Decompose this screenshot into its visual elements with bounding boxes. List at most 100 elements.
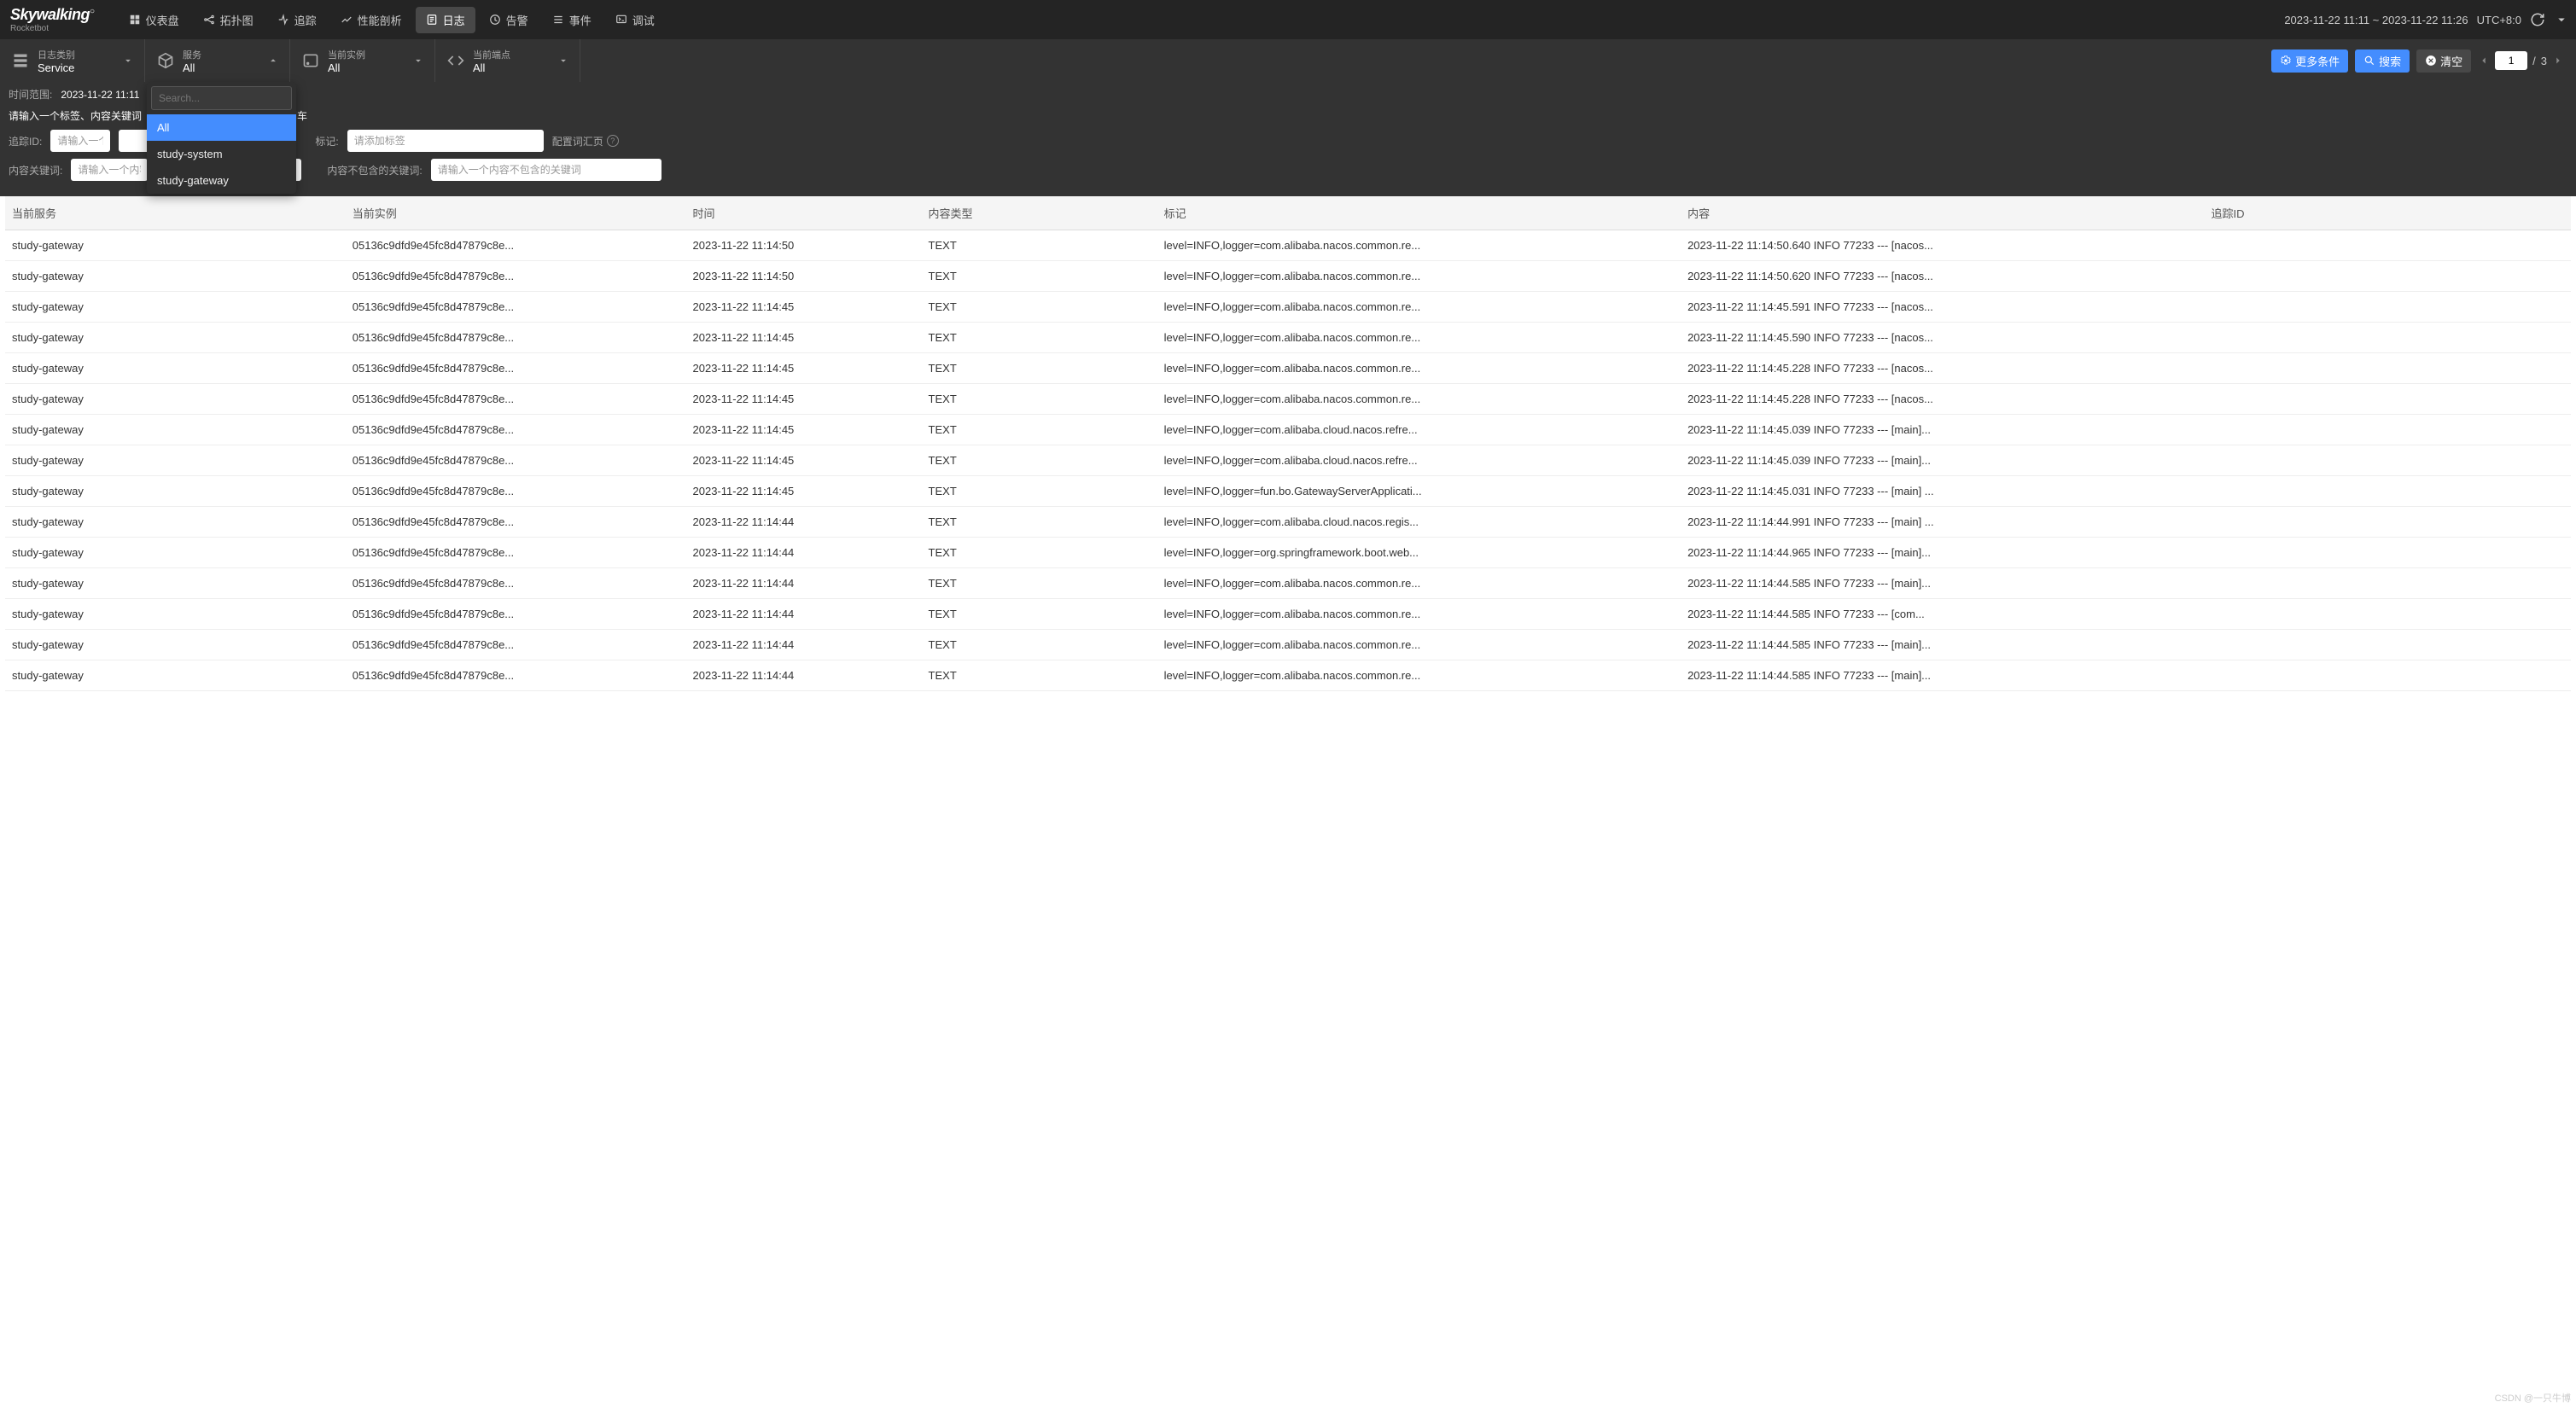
table-header: 当前服务 <box>5 196 346 230</box>
table-cell: 2023-11-22 11:14:50 <box>686 261 922 292</box>
clear-button[interactable]: 清空 <box>2416 49 2471 73</box>
table-cell: TEXT <box>922 630 1157 660</box>
nav-item-4[interactable]: 日志 <box>416 7 475 33</box>
table-row[interactable]: study-gateway05136c9dfd9e45fc8d47879c8e.… <box>5 353 2571 384</box>
table-cell: level=INFO,logger=com.alibaba.nacos.comm… <box>1157 599 1681 630</box>
table-row[interactable]: study-gateway05136c9dfd9e45fc8d47879c8e.… <box>5 599 2571 630</box>
time-range-value: 2023-11-22 11:11 <box>61 89 139 101</box>
trace-id-input[interactable] <box>50 130 110 152</box>
tag-config-link[interactable]: 配置词汇页 ? <box>552 134 619 148</box>
table-header: 内容 <box>1681 196 2204 230</box>
filter-service[interactable]: 服务 All <box>145 39 290 82</box>
table-row[interactable]: study-gateway05136c9dfd9e45fc8d47879c8e.… <box>5 323 2571 353</box>
table-cell: level=INFO,logger=com.alibaba.nacos.comm… <box>1157 323 1681 353</box>
filter-instance[interactable]: 当前实例 All <box>290 39 435 82</box>
nav-item-2[interactable]: 追踪 <box>267 7 327 33</box>
table-cell: 2023-11-22 11:14:44 <box>686 599 922 630</box>
filter-actions: 更多条件 搜索 清空 / 3 <box>2271 39 2576 82</box>
page-total: 3 <box>2541 55 2547 67</box>
table-cell: 05136c9dfd9e45fc8d47879c8e... <box>346 476 686 507</box>
table-header: 追踪ID <box>2205 196 2571 230</box>
table-row[interactable]: study-gateway05136c9dfd9e45fc8d47879c8e.… <box>5 630 2571 660</box>
table-row[interactable]: study-gateway05136c9dfd9e45fc8d47879c8e.… <box>5 292 2571 323</box>
table-row[interactable]: study-gateway05136c9dfd9e45fc8d47879c8e.… <box>5 445 2571 476</box>
chevron-up-icon <box>267 55 279 67</box>
table-row[interactable]: study-gateway05136c9dfd9e45fc8d47879c8e.… <box>5 415 2571 445</box>
nav-item-0[interactable]: 仪表盘 <box>119 7 189 33</box>
table-cell: level=INFO,logger=com.alibaba.cloud.naco… <box>1157 445 1681 476</box>
table-cell <box>2205 353 2571 384</box>
table-cell: 2023-11-22 11:14:45 <box>686 476 922 507</box>
next-page-icon[interactable] <box>2552 55 2564 67</box>
nav-label: 事件 <box>569 12 592 28</box>
chevron-down-icon <box>557 55 569 67</box>
table-cell: 2023-11-22 11:14:45.228 INFO 77233 --- [… <box>1681 353 2204 384</box>
refresh-icon[interactable] <box>2530 12 2545 27</box>
nav-item-5[interactable]: 告警 <box>479 7 539 33</box>
prev-page-icon[interactable] <box>2478 55 2490 67</box>
table-cell: 2023-11-22 11:14:44.965 INFO 77233 --- [… <box>1681 538 2204 568</box>
table-header: 标记 <box>1157 196 1681 230</box>
table-cell: TEXT <box>922 230 1157 261</box>
nav-item-7[interactable]: 调试 <box>605 7 665 33</box>
button-label: 更多条件 <box>2295 53 2340 69</box>
nav-icon <box>552 14 564 26</box>
table-cell: study-gateway <box>5 660 346 691</box>
trace-id-label: 追踪ID: <box>9 134 42 148</box>
table-row[interactable]: study-gateway05136c9dfd9e45fc8d47879c8e.… <box>5 568 2571 599</box>
table-cell: 2023-11-22 11:14:50 <box>686 230 922 261</box>
table-row[interactable]: study-gateway05136c9dfd9e45fc8d47879c8e.… <box>5 476 2571 507</box>
more-conditions-button[interactable]: 更多条件 <box>2271 49 2348 73</box>
table-cell <box>2205 599 2571 630</box>
search-button[interactable]: 搜索 <box>2355 49 2410 73</box>
filter-label: 当前实例 <box>328 48 365 61</box>
gear-icon <box>2280 55 2292 67</box>
nav-item-6[interactable]: 事件 <box>542 7 602 33</box>
chevron-down-icon <box>122 55 134 67</box>
table-cell: 2023-11-22 11:14:45.590 INFO 77233 --- [… <box>1681 323 2204 353</box>
table-cell: TEXT <box>922 660 1157 691</box>
table-cell: 05136c9dfd9e45fc8d47879c8e... <box>346 261 686 292</box>
dropdown-search-input[interactable] <box>151 86 292 110</box>
dropdown-option[interactable]: study-system <box>147 141 296 167</box>
exclude-keyword-input[interactable] <box>431 159 661 181</box>
dropdown-option[interactable]: All <box>147 114 296 141</box>
filter-value: Service <box>38 61 75 74</box>
nav-item-1[interactable]: 拓扑图 <box>193 7 264 33</box>
table-row[interactable]: study-gateway05136c9dfd9e45fc8d47879c8e.… <box>5 538 2571 568</box>
service-dropdown: Allstudy-systemstudy-gateway <box>147 82 296 194</box>
table-row[interactable]: study-gateway05136c9dfd9e45fc8d47879c8e.… <box>5 384 2571 415</box>
filter-log-category[interactable]: 日志类别 Service <box>0 39 145 82</box>
table-cell: 05136c9dfd9e45fc8d47879c8e... <box>346 630 686 660</box>
table-cell: 05136c9dfd9e45fc8d47879c8e... <box>346 599 686 630</box>
table-cell: 2023-11-22 11:14:44 <box>686 538 922 568</box>
keyword-label: 内容关键词: <box>9 163 62 177</box>
table-cell: 05136c9dfd9e45fc8d47879c8e... <box>346 507 686 538</box>
table-cell: study-gateway <box>5 261 346 292</box>
keyword-input[interactable] <box>71 159 148 181</box>
timezone[interactable]: UTC+8:0 <box>2477 14 2521 26</box>
table-row[interactable]: study-gateway05136c9dfd9e45fc8d47879c8e.… <box>5 660 2571 691</box>
table-cell: 2023-11-22 11:14:44.585 INFO 77233 --- [… <box>1681 630 2204 660</box>
table-cell: level=INFO,logger=com.alibaba.nacos.comm… <box>1157 230 1681 261</box>
page-input[interactable] <box>2495 51 2527 70</box>
tag-input[interactable] <box>347 130 544 152</box>
filter-endpoint[interactable]: 当前端点 All <box>435 39 580 82</box>
table-row[interactable]: study-gateway05136c9dfd9e45fc8d47879c8e.… <box>5 507 2571 538</box>
help-icon: ? <box>607 135 619 147</box>
nav-item-3[interactable]: 性能剖析 <box>330 7 412 33</box>
table-cell: study-gateway <box>5 476 346 507</box>
category-icon <box>12 52 29 69</box>
table-cell: 2023-11-22 11:14:45.039 INFO 77233 --- [… <box>1681 445 2204 476</box>
table-row[interactable]: study-gateway05136c9dfd9e45fc8d47879c8e.… <box>5 230 2571 261</box>
table-cell: level=INFO,logger=com.alibaba.nacos.comm… <box>1157 384 1681 415</box>
table-row[interactable]: study-gateway05136c9dfd9e45fc8d47879c8e.… <box>5 261 2571 292</box>
table-cell: 2023-11-22 11:14:44 <box>686 660 922 691</box>
table-cell: 05136c9dfd9e45fc8d47879c8e... <box>346 445 686 476</box>
dropdown-option[interactable]: study-gateway <box>147 167 296 194</box>
table-cell: study-gateway <box>5 599 346 630</box>
table-cell: TEXT <box>922 292 1157 323</box>
table-cell: 05136c9dfd9e45fc8d47879c8e... <box>346 384 686 415</box>
time-range-text[interactable]: 2023-11-22 11:11 ~ 2023-11-22 11:26 <box>2284 14 2468 26</box>
expand-icon[interactable] <box>2554 12 2569 27</box>
